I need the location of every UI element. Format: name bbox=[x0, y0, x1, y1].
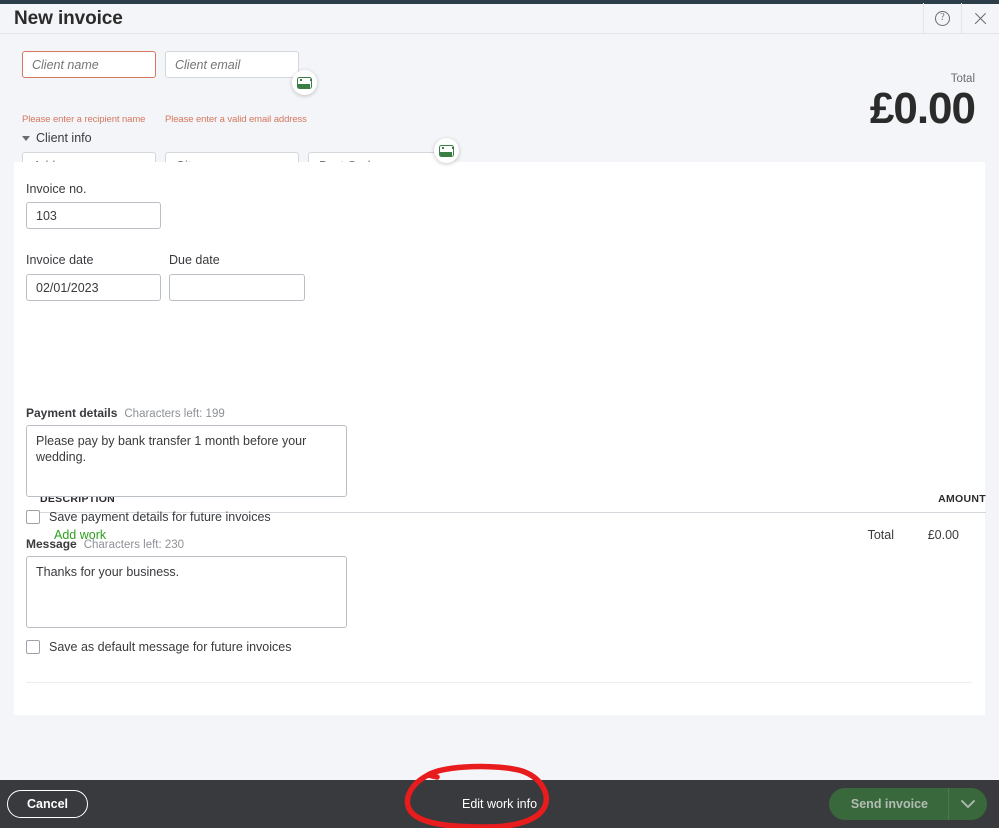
invoice-date-input[interactable] bbox=[26, 274, 161, 301]
header-actions: ? bbox=[923, 3, 999, 34]
payment-details-counter: Characters left: 199 bbox=[124, 408, 224, 420]
contact-card-icon bbox=[297, 77, 312, 89]
card-bottom-divider bbox=[26, 682, 972, 683]
invoice-date-label: Invoice date bbox=[26, 253, 93, 267]
client-errors-row: Please enter a recipient name Please ent… bbox=[22, 114, 365, 125]
message-textarea[interactable] bbox=[26, 556, 347, 628]
close-icon bbox=[973, 11, 988, 26]
line-items-total-row: Total £0.00 bbox=[868, 528, 959, 542]
client-name-error: Please enter a recipient name bbox=[22, 114, 156, 125]
client-email-input[interactable] bbox=[165, 51, 299, 78]
save-default-message-label: Save as default message for future invoi… bbox=[49, 640, 292, 654]
help-button[interactable]: ? bbox=[923, 3, 961, 34]
line-items-total-label: Total bbox=[868, 528, 894, 542]
invoice-number-input[interactable] bbox=[26, 202, 161, 229]
help-circle-icon: ? bbox=[935, 11, 950, 26]
save-default-message-row[interactable]: Save as default message for future invoi… bbox=[26, 640, 292, 654]
save-payment-details-row[interactable]: Save payment details for future invoices bbox=[26, 510, 271, 524]
due-date-input[interactable] bbox=[169, 274, 305, 301]
client-info-toggle[interactable]: Client info bbox=[22, 131, 92, 145]
payment-details-header: Payment details Characters left: 199 bbox=[26, 406, 225, 420]
save-payment-details-checkbox[interactable] bbox=[26, 510, 40, 524]
client-section: Please enter a recipient name Please ent… bbox=[0, 35, 999, 162]
client-email-error: Please enter a valid email address bbox=[165, 114, 365, 125]
column-header-amount: AMOUNT bbox=[938, 493, 986, 505]
modal-header: New invoice ? bbox=[0, 4, 999, 34]
cancel-button[interactable]: Cancel bbox=[7, 790, 88, 818]
contact-card-icon-postcode[interactable] bbox=[434, 138, 459, 163]
payment-details-textarea[interactable] bbox=[26, 425, 347, 497]
chevron-down-icon bbox=[961, 800, 975, 809]
edit-work-info-button[interactable]: Edit work info bbox=[440, 797, 560, 811]
footer-action-bar: Cancel Edit work info Send invoice bbox=[0, 780, 999, 828]
contact-card-icon-email[interactable] bbox=[292, 70, 317, 95]
save-payment-details-label: Save payment details for future invoices bbox=[49, 510, 271, 524]
contact-card-icon bbox=[439, 145, 454, 157]
send-invoice-split-button[interactable]: Send invoice bbox=[829, 788, 987, 820]
client-info-label: Client info bbox=[36, 131, 92, 145]
message-counter: Characters left: 230 bbox=[84, 539, 184, 551]
caret-down-icon bbox=[22, 136, 30, 141]
send-invoice-button[interactable]: Send invoice bbox=[829, 788, 949, 820]
client-name-input[interactable] bbox=[22, 51, 156, 78]
invoice-form-card: Invoice no. Invoice date Due date DESCRI… bbox=[14, 162, 985, 715]
client-fields-row bbox=[22, 51, 299, 78]
due-date-label: Due date bbox=[169, 253, 220, 267]
page-title: New invoice bbox=[14, 9, 123, 28]
invoice-number-label: Invoice no. bbox=[26, 182, 86, 196]
total-amount: £0.00 bbox=[870, 86, 975, 132]
message-title: Message bbox=[26, 537, 77, 551]
save-default-message-checkbox[interactable] bbox=[26, 640, 40, 654]
payment-details-title: Payment details bbox=[26, 406, 117, 420]
invoice-total-display: Total £0.00 bbox=[870, 73, 975, 132]
send-invoice-dropdown-toggle[interactable] bbox=[949, 788, 987, 820]
message-header: Message Characters left: 230 bbox=[26, 537, 184, 551]
line-items-total-amount: £0.00 bbox=[917, 528, 959, 542]
close-button[interactable] bbox=[961, 3, 999, 34]
